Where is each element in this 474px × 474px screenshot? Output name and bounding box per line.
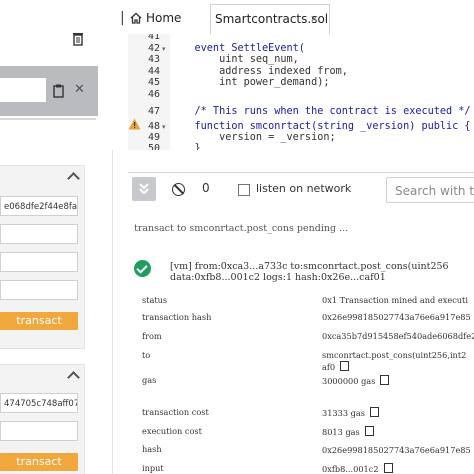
listen-network-label: listen on network: [256, 182, 352, 195]
terminal-search-input[interactable]: Search with t: [386, 177, 474, 203]
tx-field-label: to: [142, 350, 151, 360]
tx-field-label: input: [142, 463, 164, 473]
at-address-box: ✕: [0, 66, 98, 116]
tx-field-value: 0xfb8...001c2: [322, 463, 393, 474]
code-line[interactable]: version = _version;: [170, 132, 336, 143]
code-line[interactable]: function smconrtact(string _version) pub…: [170, 121, 471, 132]
trash-icon[interactable]: [72, 32, 84, 46]
tx-field-value-text: 0xfb8...001c2: [322, 464, 379, 474]
clear-console-icon[interactable]: [172, 183, 185, 196]
tab-close-icon[interactable]: ×: [310, 5, 319, 33]
code-line[interactable]: event SettleEvent(: [170, 43, 305, 54]
terminal-output: transact to smconrtact.post_cons pending…: [128, 207, 474, 474]
transact-button[interactable]: transact: [0, 453, 78, 471]
line-number: 43: [147, 54, 160, 65]
tx-field-value-text: af0: [322, 362, 336, 372]
clipboard-icon[interactable]: [53, 84, 64, 98]
copy-icon[interactable]: [364, 426, 374, 436]
tx-field-label: transaction cost: [142, 407, 209, 417]
tx-field-label: execution cost: [142, 426, 202, 436]
param-input[interactable]: [0, 224, 78, 244]
code-line[interactable]: uint seq_num,: [170, 54, 299, 65]
line-number: 50: [147, 143, 160, 150]
tx-field-value-text: smconrtact.post_cons(uint256,int2: [322, 350, 467, 360]
copy-icon[interactable]: [383, 463, 393, 473]
copy-icon[interactable]: [380, 375, 390, 385]
tx-field-value: 31333 gas: [322, 407, 379, 418]
copy-icon[interactable]: [369, 407, 379, 417]
tx-field-label: status: [142, 295, 168, 305]
tx-field-value-text: 0x1 Transaction mined and executi: [322, 295, 468, 305]
tx-field-value-text: 8013 gas: [322, 427, 360, 437]
code-line[interactable]: }: [170, 143, 201, 150]
instance-header[interactable]: [0, 365, 84, 387]
collapse-terminal-button[interactable]: [132, 177, 156, 201]
tx-field-value-text: 0x26e998185027743a76e6a917e85: [322, 312, 471, 322]
success-check-icon: [134, 260, 151, 277]
tx-field-value-text: 3000000 gas: [322, 376, 376, 386]
contract-instance-1: e068dfe2f44e8fa transact: [0, 165, 85, 349]
line-number: 45: [147, 77, 160, 88]
address-input[interactable]: e068dfe2f44e8fa: [0, 196, 78, 216]
contract-instance-2: 474705c748aff07 transact: [0, 364, 85, 474]
address-input[interactable]: 474705c748aff07: [0, 393, 78, 413]
tx-field-value: 0x26e998185027743a76e6a917e85: [322, 312, 471, 322]
code-line[interactable]: /* This runs when the contract is execut…: [170, 106, 471, 117]
copy-icon[interactable]: [340, 361, 350, 371]
tab-label: Home: [146, 11, 182, 25]
code-editor[interactable]: 41 42 event SettleEvent( 43 uint seq_num, 4…: [112, 34, 474, 150]
param-input[interactable]: [0, 421, 78, 441]
terminal-toolbar: 0 listen on network Search with t: [128, 172, 474, 208]
tx-field-value-cont: af0: [322, 361, 350, 372]
tx-field-value: 0x26e998185027743a76e6a917e85: [322, 444, 474, 455]
editor-tabs: | Home Smartcontracts.sol ×: [112, 0, 474, 35]
home-icon: [130, 12, 142, 24]
listen-network-checkbox[interactable]: [238, 184, 250, 196]
warning-icon[interactable]: [128, 118, 141, 130]
tx-field-label: transaction hash: [142, 312, 212, 322]
tx-field-label: from: [142, 331, 162, 341]
code-line[interactable]: address indexed from,: [170, 66, 348, 77]
close-icon[interactable]: ✕: [74, 82, 85, 97]
line-number: 46: [147, 88, 160, 100]
tabs-separator: |: [120, 10, 125, 26]
line-number: 44: [147, 65, 160, 77]
transact-button[interactable]: transact: [0, 312, 78, 330]
pending-count: 0: [202, 181, 210, 195]
tx-field-value: smconrtact.post_cons(uint256,int2: [322, 350, 466, 360]
param-input[interactable]: [0, 280, 78, 300]
tx-summary-line[interactable]: [vm] from:0xca3...a733c to:smconrtact.po…: [170, 261, 449, 272]
tab-smartcontracts[interactable]: Smartcontracts.sol ×: [210, 4, 330, 34]
line-number: 42: [147, 42, 160, 54]
chevron-up-icon[interactable]: [67, 371, 80, 384]
pending-message: transact to smconrtact.post_cons pending…: [134, 223, 349, 234]
tab-home[interactable]: Home: [130, 4, 210, 34]
run-panel: ✕ e068dfe2f44e8fa transact 474705c748aff…: [0, 0, 113, 474]
tx-field-value-text: 0xca35b7d915458ef540ade6068dfe2f4: [322, 331, 474, 341]
chevron-double-down-icon: [139, 183, 149, 195]
line-number: 41: [147, 34, 160, 42]
tx-field-label: gas: [142, 375, 157, 385]
line-number: 47: [147, 106, 160, 117]
instance-header[interactable]: [0, 166, 84, 188]
tx-field-value: 8013 gas: [322, 426, 374, 437]
line-number: 49: [147, 132, 160, 143]
tx-field-value: 0xca35b7d915458ef540ade6068dfe2f4: [322, 331, 474, 341]
tx-field-value-text: 31333 gas: [322, 408, 365, 418]
fold-arrow-icon[interactable]: ▾: [162, 45, 166, 53]
tx-summary-line[interactable]: data:0xfb8...001c2 logs:1 hash:0x26e...c…: [170, 272, 386, 283]
chevron-up-icon[interactable]: [67, 172, 80, 185]
tx-field-label: hash: [142, 444, 162, 454]
tx-field-value: 0x1 Transaction mined and executi: [322, 295, 468, 305]
tx-field-value: 3000000 gas: [322, 375, 390, 386]
param-input[interactable]: [0, 252, 78, 272]
fold-arrow-icon[interactable]: ▾: [162, 123, 166, 131]
code-line[interactable]: int power_demand);: [170, 77, 329, 88]
tx-field-value-text: 0x26e998185027743a76e6a917e85: [322, 445, 471, 455]
at-address-input[interactable]: [0, 78, 46, 102]
divider: [0, 118, 96, 120]
